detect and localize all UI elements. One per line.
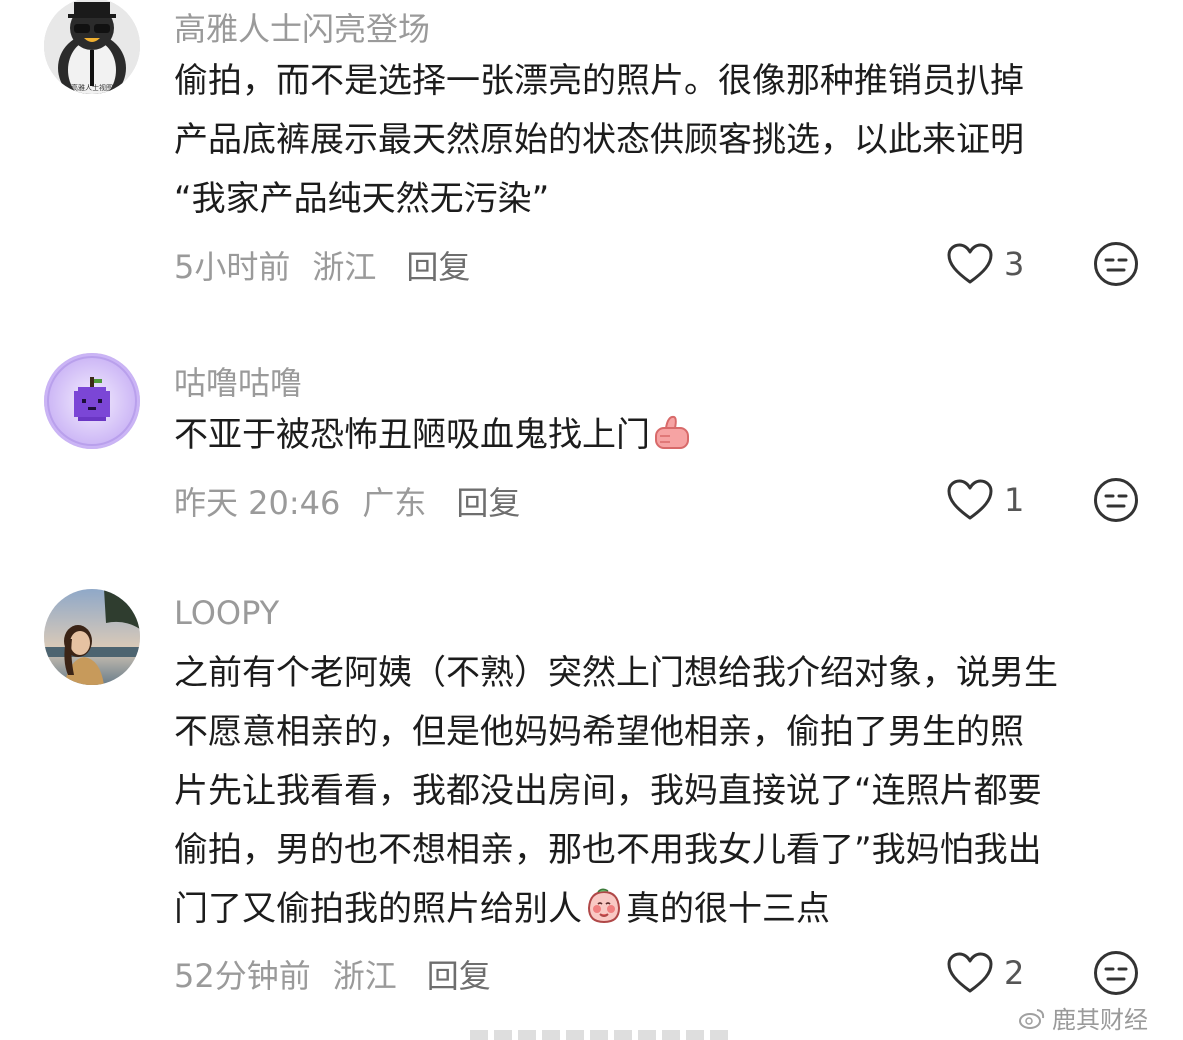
comment-text: 之前有个老阿姨（不熟）突然上门想给我介绍对象，说男生 不愿意相亲的，但是他妈妈希…	[174, 644, 1149, 939]
watermark-text: 鹿其财经	[1052, 1006, 1148, 1034]
comment-line: 产品底裤展示最天然原始的状态供顾客挑选，以此来证明	[174, 120, 1024, 160]
comment-line: 门了又偷拍我的照片给别人 真的很十三点	[174, 880, 1149, 939]
avatar[interactable]: 高雅人士视图	[44, 0, 140, 94]
comment-text-run: 不亚于被恐怖丑陋吸血鬼找上门	[174, 415, 650, 455]
comment-line: 之前有个老阿姨（不熟）突然上门想给我介绍对象，说男生	[174, 653, 1058, 693]
reply-button[interactable]: 回复	[406, 248, 470, 286]
timestamp: 5小时前	[174, 248, 291, 286]
avatar-caption: 高雅人士视图	[71, 83, 113, 92]
like-button[interactable]: 3	[946, 242, 1024, 286]
timestamp: 昨天 20:46	[174, 484, 341, 522]
comment-meta: 5小时前 浙江 回复	[174, 242, 492, 288]
heart-outline-icon	[947, 243, 993, 284]
comment-line: “我家产品纯天然无污染”	[174, 179, 550, 219]
comment-line: 偷拍，而不是选择一张漂亮的照片。很像那种推销员扒掉	[174, 61, 1024, 101]
weibo-logo-icon	[1019, 1008, 1045, 1029]
location: 浙江	[312, 248, 377, 286]
watermark: 鹿其财经	[1018, 1000, 1148, 1035]
blushing-peach-emoji-icon	[587, 888, 621, 924]
location: 广东	[362, 484, 427, 522]
comment-meta: 昨天 20:46 广东 回复	[174, 478, 542, 524]
meh-face-icon[interactable]	[1093, 950, 1139, 996]
comment-text-run: 真的很十三点	[626, 889, 830, 929]
comment-line: 偷拍，男的也不想相亲，那也不用我女儿看了”我妈怕我出	[174, 830, 1042, 870]
purple-pixel-fruit-avatar-icon	[44, 353, 140, 449]
username[interactable]: 高雅人士闪亮登场	[174, 4, 430, 50]
comment-line: 不愿意相亲的，但是他妈妈希望他相亲，偷拍了男生的照	[174, 712, 1024, 752]
like-button[interactable]: 2	[946, 951, 1024, 995]
comment-meta: 52分钟前 浙江 回复	[174, 951, 513, 997]
comment-line: 不亚于被恐怖丑陋吸血鬼找上门	[174, 406, 1149, 465]
heart-outline-icon	[947, 479, 993, 520]
meh-face-icon[interactable]	[1093, 241, 1139, 287]
comment-text: 偷拍，而不是选择一张漂亮的照片。很像那种推销员扒掉 产品底裤展示最天然原始的状态…	[174, 52, 1149, 229]
reply-button[interactable]: 回复	[456, 484, 520, 522]
avatar[interactable]	[44, 589, 140, 685]
comment-text-run: 门了又偷拍我的照片给别人	[174, 889, 582, 929]
avatar[interactable]	[44, 353, 140, 449]
thumbs-up-emoji-icon	[655, 415, 689, 449]
cut-off-text	[470, 1030, 730, 1040]
like-button[interactable]: 1	[946, 478, 1024, 522]
comment-line: 片先让我看看，我都没出房间，我妈直接说了“连照片都要	[174, 771, 1042, 811]
timestamp: 52分钟前	[174, 957, 311, 995]
location: 浙江	[332, 957, 397, 995]
username[interactable]: LOOPY	[174, 594, 279, 632]
username[interactable]: 咕噜咕噜	[174, 358, 302, 404]
like-count: 2	[1004, 954, 1025, 992]
reply-button[interactable]: 回复	[427, 957, 491, 995]
like-count: 3	[1004, 245, 1025, 283]
like-count: 1	[1004, 481, 1025, 519]
meh-face-icon[interactable]	[1093, 477, 1139, 523]
girl-photo-avatar-icon	[44, 589, 140, 685]
comment-text: 不亚于被恐怖丑陋吸血鬼找上门	[174, 406, 1149, 465]
penguin-sunglasses-avatar-icon: 高雅人士视图	[44, 0, 140, 94]
heart-outline-icon	[947, 952, 993, 993]
